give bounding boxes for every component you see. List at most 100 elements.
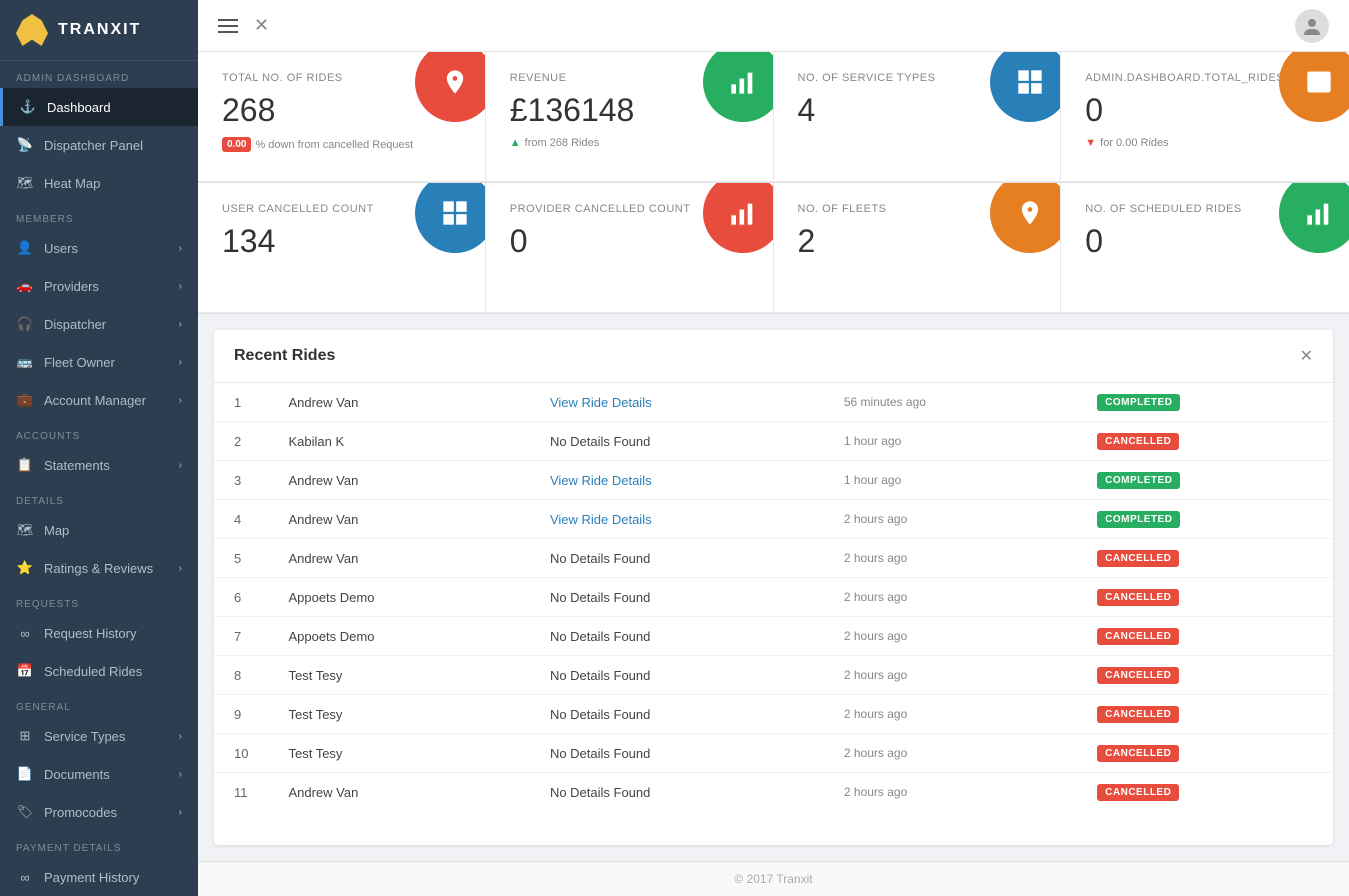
table-row: 2 Kabilan K No Details Found 1 hour ago … <box>214 422 1333 461</box>
footer: © 2017 Tranxit <box>198 861 1349 896</box>
ride-status-cell: COMPLETED <box>1077 461 1333 500</box>
stats-row-2: USER CANCELLED COUNT 134 PROVIDER CANCEL… <box>198 183 1349 314</box>
star-icon: ⭐ <box>16 559 34 577</box>
ride-time: 2 hours ago <box>824 617 1077 656</box>
status-badge: COMPLETED <box>1097 472 1180 489</box>
sidebar-item-fleet-owner[interactable]: 🚌 Fleet Owner › <box>0 343 198 381</box>
table-row: 5 Andrew Van No Details Found 2 hours ag… <box>214 539 1333 578</box>
briefcase-icon: 💼 <box>16 391 34 409</box>
sidebar-item-statements[interactable]: 📋 Statements › <box>0 446 198 484</box>
ride-time: 2 hours ago <box>824 539 1077 578</box>
chevron-right-icon: › <box>179 769 182 780</box>
ride-details-cell: No Details Found <box>530 773 824 812</box>
chevron-right-icon: › <box>179 460 182 471</box>
sidebar-item-request-history[interactable]: ∞ Request History <box>0 614 198 652</box>
sidebar-item-users[interactable]: 👤 Users › <box>0 229 198 267</box>
sidebar-item-payment-history[interactable]: ∞ Payment History <box>0 858 198 896</box>
ride-number: 6 <box>214 578 268 617</box>
sidebar-item-service-types[interactable]: ⊞ Service Types › <box>0 717 198 755</box>
chevron-right-icon: › <box>179 395 182 406</box>
no-details-text: No Details Found <box>550 629 650 644</box>
ride-number: 10 <box>214 734 268 773</box>
status-badge: CANCELLED <box>1097 589 1179 606</box>
sidebar-item-providers[interactable]: 🚗 Providers › <box>0 267 198 305</box>
headset-icon: 🎧 <box>16 315 34 333</box>
ride-details-cell: No Details Found <box>530 422 824 461</box>
section-requests: REQUESTS <box>0 587 198 614</box>
hamburger-menu[interactable] <box>218 19 238 33</box>
ride-user-name: Andrew Van <box>268 539 529 578</box>
status-badge: COMPLETED <box>1097 394 1180 411</box>
stat-user-cancelled: USER CANCELLED COUNT 134 <box>198 183 486 313</box>
topbar: ✕ <box>198 0 1349 52</box>
infinity-icon: ∞ <box>16 868 34 886</box>
recent-rides-close-button[interactable]: ✕ <box>1300 346 1313 366</box>
ride-number: 8 <box>214 656 268 695</box>
map-icon: 🗺 <box>16 521 34 539</box>
doc-icon: 📋 <box>16 456 34 474</box>
stat-total-rides: TOTAL NO. OF RIDES 268 0.00 % down from … <box>198 52 486 182</box>
stat-sub-text: from 268 Rides <box>525 137 600 149</box>
table-row: 1 Andrew Van View Ride Details 56 minute… <box>214 383 1333 422</box>
logo-icon <box>16 14 48 46</box>
arrow-down-icon: ▼ <box>1085 137 1096 149</box>
sidebar-item-map[interactable]: 🗺 Map <box>0 511 198 549</box>
view-ride-details-link[interactable]: View Ride Details <box>550 473 652 488</box>
no-details-text: No Details Found <box>550 668 650 683</box>
flame-icon: 🗺 <box>16 174 34 192</box>
ride-status-cell: CANCELLED <box>1077 695 1333 734</box>
sidebar: TRANXIT ADMIN DASHBOARD ⚓ Dashboard 📡 Di… <box>0 0 198 896</box>
close-button[interactable]: ✕ <box>254 15 269 36</box>
logo-text: TRANXIT <box>58 21 141 39</box>
ride-user-name: Andrew Van <box>268 500 529 539</box>
sidebar-item-heat-map[interactable]: 🗺 Heat Map <box>0 164 198 202</box>
chevron-right-icon: › <box>179 731 182 742</box>
ride-number: 2 <box>214 422 268 461</box>
chevron-right-icon: › <box>179 807 182 818</box>
sidebar-logo: TRANXIT <box>0 0 198 61</box>
view-ride-details-link[interactable]: View Ride Details <box>550 512 652 527</box>
stat-provider-cancelled: PROVIDER CANCELLED COUNT 0 <box>486 183 774 313</box>
stat-sub-text: % down from cancelled Request <box>255 139 413 151</box>
ride-number: 1 <box>214 383 268 422</box>
stat-revenue: REVENUE £136148 ▲ from 268 Rides <box>486 52 774 182</box>
ride-time: 56 minutes ago <box>824 383 1077 422</box>
ride-user-name: Appoets Demo <box>268 578 529 617</box>
no-details-text: No Details Found <box>550 551 650 566</box>
sidebar-item-promocodes[interactable]: 🏷 Promocodes › <box>0 793 198 831</box>
chevron-right-icon: › <box>179 243 182 254</box>
sidebar-item-dispatcher[interactable]: 🎧 Dispatcher › <box>0 305 198 343</box>
ride-number: 5 <box>214 539 268 578</box>
no-details-text: No Details Found <box>550 590 650 605</box>
stats-row-1: TOTAL NO. OF RIDES 268 0.00 % down from … <box>198 52 1349 183</box>
table-row: 7 Appoets Demo No Details Found 2 hours … <box>214 617 1333 656</box>
no-details-text: No Details Found <box>550 785 650 800</box>
sidebar-item-dashboard[interactable]: ⚓ Dashboard <box>0 88 198 126</box>
section-admin: ADMIN DASHBOARD <box>0 61 198 88</box>
sidebar-item-dispatcher-panel[interactable]: 📡 Dispatcher Panel <box>0 126 198 164</box>
sidebar-item-account-manager[interactable]: 💼 Account Manager › <box>0 381 198 419</box>
status-badge: COMPLETED <box>1097 511 1180 528</box>
ride-details-cell: No Details Found <box>530 578 824 617</box>
ride-details-cell: No Details Found <box>530 617 824 656</box>
no-details-text: No Details Found <box>550 707 650 722</box>
recent-rides-header: Recent Rides ✕ <box>214 330 1333 383</box>
recent-rides-section: Recent Rides ✕ 1 Andrew Van View Ride De… <box>214 330 1333 845</box>
ride-number: 11 <box>214 773 268 812</box>
no-details-text: No Details Found <box>550 746 650 761</box>
sidebar-item-scheduled-rides[interactable]: 📅 Scheduled Rides <box>0 652 198 690</box>
ride-time: 2 hours ago <box>824 695 1077 734</box>
section-payment: PAYMENT DETAILS <box>0 831 198 858</box>
ride-status-cell: CANCELLED <box>1077 422 1333 461</box>
infinity-icon: ∞ <box>16 624 34 642</box>
sidebar-item-ratings[interactable]: ⭐ Ratings & Reviews › <box>0 549 198 587</box>
dispatch-icon: 📡 <box>16 136 34 154</box>
status-badge: CANCELLED <box>1097 628 1179 645</box>
sidebar-item-documents[interactable]: 📄 Documents › <box>0 755 198 793</box>
stat-scheduled-rides: NO. OF SCHEDULED RIDES 0 <box>1061 183 1349 313</box>
user-avatar[interactable] <box>1295 9 1329 43</box>
ride-status-cell: COMPLETED <box>1077 500 1333 539</box>
ride-status-cell: CANCELLED <box>1077 539 1333 578</box>
status-badge: CANCELLED <box>1097 667 1179 684</box>
view-ride-details-link[interactable]: View Ride Details <box>550 395 652 410</box>
